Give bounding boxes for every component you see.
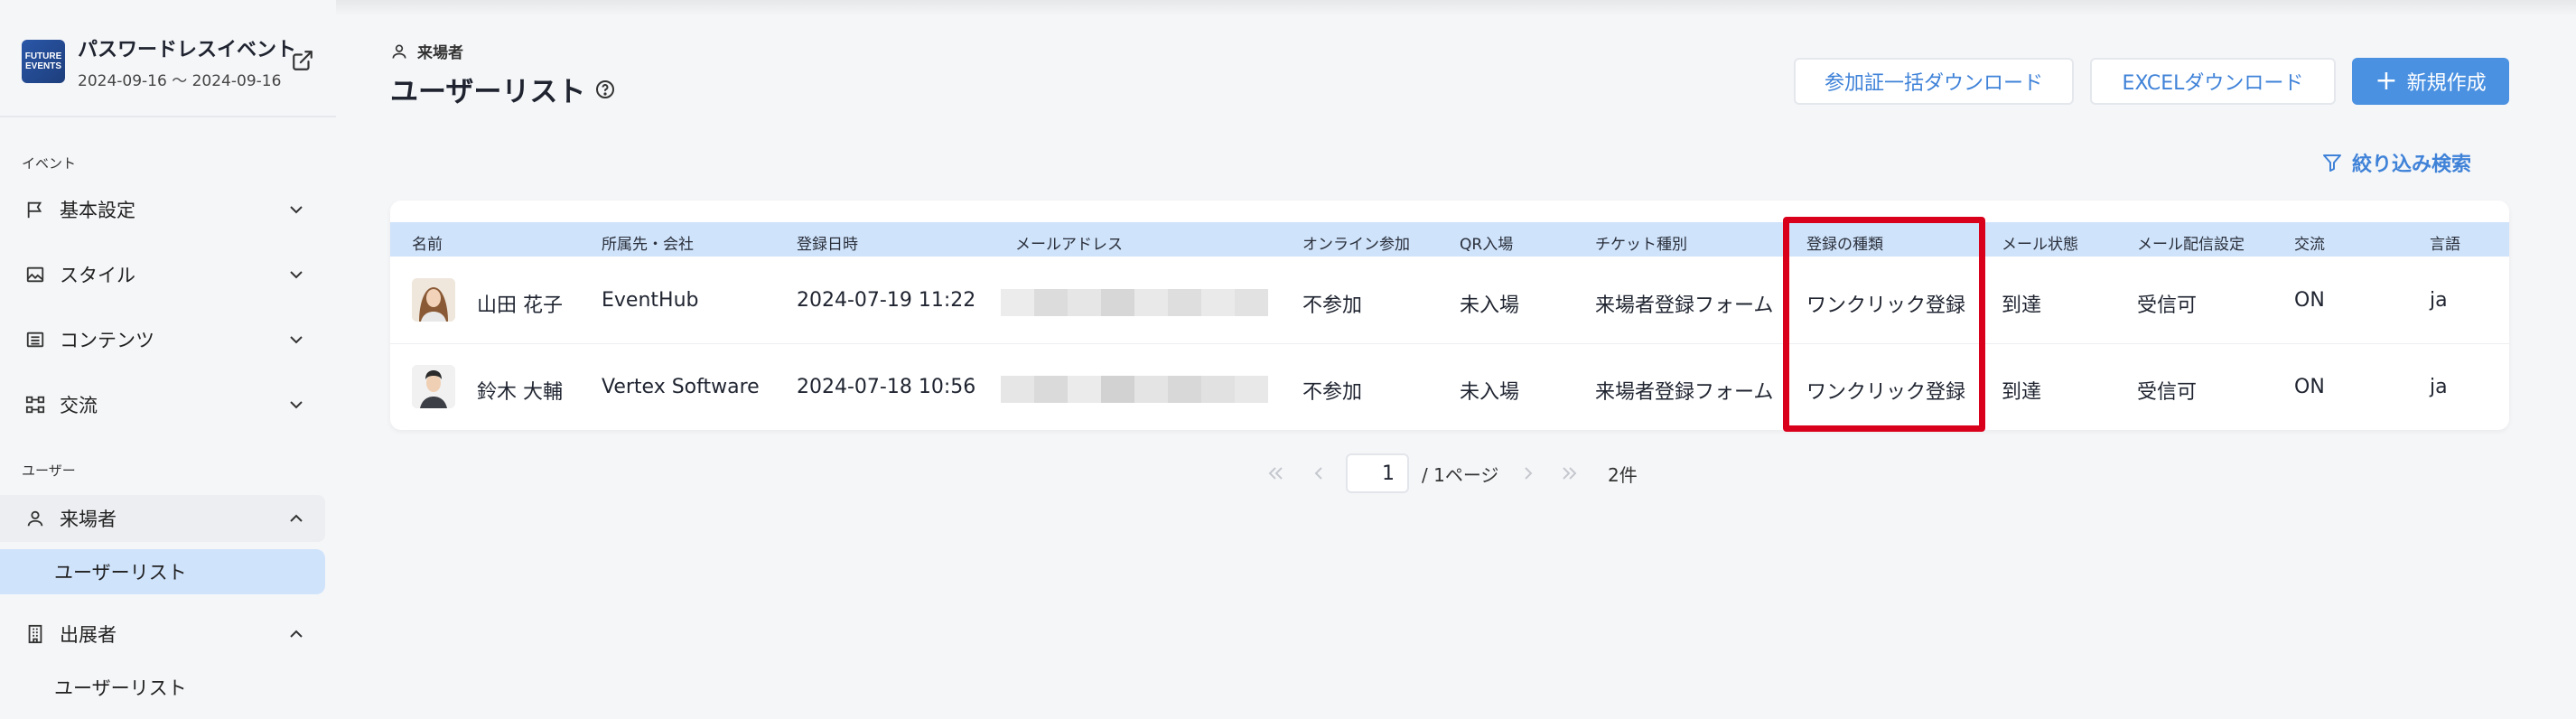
cell-online: 不参加 (1302, 381, 1363, 404)
first-page-icon[interactable] (1265, 462, 1286, 484)
event-dates: 2024-09-16 〜 2024-09-16 (78, 71, 282, 90)
event-logo: FUTURE EVENTS (22, 40, 65, 83)
avatar (412, 278, 455, 322)
column-header: メール状態 (2002, 236, 2078, 254)
sidebar-subitem-visitor-user-list[interactable]: ユーザーリスト (0, 549, 325, 594)
building-icon (23, 622, 47, 646)
cell-company: Vertex Software (602, 376, 760, 398)
list-icon (23, 328, 47, 351)
user-icon (392, 44, 406, 59)
cell-registered: 2024-07-18 10:56 (797, 376, 976, 398)
sidebar-item-label: 出展者 (60, 624, 117, 646)
column-header: メールアドレス (1015, 236, 1123, 254)
network-icon (23, 393, 47, 416)
page-number-input[interactable]: 1 (1346, 453, 1409, 493)
download-passes-button[interactable]: 参加証一括ダウンロード (1794, 58, 2074, 105)
sidebar-item-label: 基本設定 (60, 200, 135, 221)
top-shadow (0, 0, 2576, 16)
sidebar-item-label: スタイル (60, 265, 135, 286)
cell-mail-status: 到達 (2002, 381, 2042, 404)
user-table: 名前 所属先・会社 登録日時 メールアドレス オンライン参加 QR入場 チケット… (390, 201, 2509, 430)
cell-online: 不参加 (1302, 294, 1363, 317)
filter-icon (2323, 154, 2341, 172)
cell-qr: 未入場 (1460, 294, 1520, 317)
redacted-email (1001, 376, 1268, 403)
column-header: オンライン参加 (1302, 236, 1410, 254)
cell-network: ON (2294, 376, 2325, 398)
sidebar-item-exhibitors[interactable]: 出展者 (0, 611, 325, 658)
sidebar-item-label: コンテンツ (60, 330, 154, 351)
column-header: 登録日時 (797, 236, 858, 254)
excel-download-button[interactable]: EXCELダウンロード (2090, 58, 2336, 105)
new-create-button[interactable]: + 新規作成 (2352, 58, 2509, 105)
table-header: 名前 所属先・会社 登録日時 メールアドレス オンライン参加 QR入場 チケット… (390, 222, 2509, 257)
sidebar-item-label: 来場者 (60, 509, 117, 530)
table-row[interactable]: 鈴木 大輔 Vertex Software 2024-07-18 10:56 不… (390, 343, 2509, 430)
cell-lang: ja (2430, 376, 2448, 398)
cell-mail-status: 到達 (2002, 294, 2042, 317)
column-header: 所属先・会社 (602, 236, 694, 254)
chevron-up-icon (290, 514, 303, 522)
sidebar-item-basic-settings[interactable]: 基本設定 (0, 186, 325, 233)
highlight-box (1783, 217, 1985, 432)
chevron-down-icon (290, 336, 303, 344)
cell-ticket: 来場者登録フォーム (1595, 294, 1774, 317)
sidebar-item-style[interactable]: スタイル (0, 251, 325, 298)
cell-company: EventHub (602, 289, 699, 312)
sidebar-subitem-exhibitor-user-list[interactable]: ユーザーリスト (0, 665, 325, 710)
total-count: 2件 (1608, 464, 1638, 486)
image-icon (23, 263, 47, 286)
filter-label: 絞り込み検索 (2352, 154, 2472, 176)
column-header: チケット種別 (1595, 236, 1687, 254)
sidebar-subitem-label: ユーザーリスト (54, 677, 187, 699)
next-page-icon[interactable] (1517, 462, 1539, 484)
table-row[interactable]: 山田 花子 EventHub 2024-07-19 11:22 不参加 未入場 … (390, 257, 2509, 343)
user-icon (23, 507, 47, 530)
page-count: / 1ページ (1422, 464, 1499, 486)
breadcrumb-label: 来場者 (417, 44, 463, 62)
event-brand[interactable]: FUTURE EVENTS パスワードレスイベント 2024-09-16 〜 2… (22, 36, 329, 90)
flag-icon (23, 198, 47, 221)
help-icon[interactable] (594, 79, 616, 100)
column-header: QR入場 (1460, 236, 1514, 254)
sidebar-item-networking[interactable]: 交流 (0, 381, 325, 428)
event-title: パスワードレスイベント (78, 38, 297, 61)
avatar (412, 365, 455, 408)
cell-ticket: 来場者登録フォーム (1595, 381, 1774, 404)
breadcrumb: 来場者 (390, 40, 463, 62)
plus-icon: + (2375, 65, 2398, 97)
sidebar-divider (0, 116, 336, 117)
sidebar: FUTURE EVENTS パスワードレスイベント 2024-09-16 〜 2… (0, 0, 336, 719)
new-create-label: 新規作成 (2406, 72, 2487, 95)
chevron-down-icon (290, 206, 303, 214)
cell-name: 山田 花子 (477, 294, 563, 317)
page-title-text: ユーザーリスト (390, 76, 586, 108)
chevron-down-icon (290, 271, 303, 279)
cell-mail-setting: 受信可 (2137, 294, 2198, 317)
filter-search-button[interactable]: 絞り込み検索 (2321, 148, 2471, 177)
section-label-event: イベント (22, 155, 77, 172)
cell-network: ON (2294, 289, 2325, 312)
column-header: 言語 (2430, 236, 2460, 254)
chevron-down-icon (290, 401, 303, 409)
prev-page-icon[interactable] (1308, 462, 1330, 484)
cell-registered: 2024-07-19 11:22 (797, 289, 976, 312)
cell-lang: ja (2430, 289, 2448, 312)
chevron-up-icon (290, 630, 303, 638)
sidebar-item-visitors[interactable]: 来場者 (0, 495, 325, 542)
redacted-email (1001, 289, 1268, 316)
column-header: 交流 (2294, 236, 2325, 254)
cell-name: 鈴木 大輔 (477, 381, 563, 404)
cell-mail-setting: 受信可 (2137, 381, 2198, 404)
cell-qr: 未入場 (1460, 381, 1520, 404)
sidebar-item-contents[interactable]: コンテンツ (0, 316, 325, 363)
external-link-icon[interactable] (291, 49, 314, 72)
sidebar-item-label: 交流 (60, 395, 98, 416)
page-title: ユーザーリスト (390, 69, 616, 109)
section-label-user: ユーザー (22, 462, 76, 479)
last-page-icon[interactable] (1559, 462, 1581, 484)
sidebar-subitem-label: ユーザーリスト (54, 562, 187, 584)
column-header: 名前 (412, 236, 443, 254)
column-header: メール配信設定 (2137, 236, 2245, 254)
